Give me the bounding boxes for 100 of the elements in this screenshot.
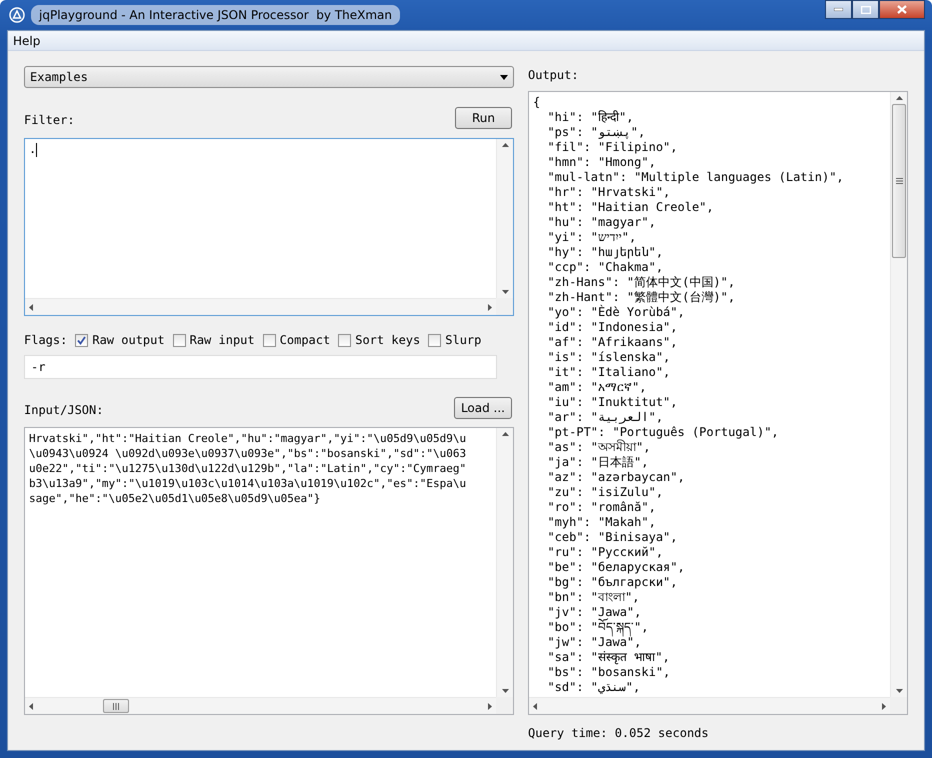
code-line: "myh": "Makah", — [546, 515, 657, 530]
code-line: "sd": "سنڌي", — [546, 680, 642, 695]
code-line: "ht": "Haitian Creole", — [546, 200, 715, 215]
menu-item[interactable]: Help — [8, 32, 46, 50]
output-label: Output: — [528, 67, 580, 84]
code-line: "zh-Hans": "简体中文(中国)", — [546, 275, 736, 290]
vertical-scrollbar[interactable] — [890, 92, 907, 697]
scroll-right-icon — [488, 702, 492, 710]
code-line: "hy": "հայերեն", — [546, 245, 664, 260]
code-line: "ru": "Русский", — [546, 545, 664, 560]
scrollbar-corner — [496, 298, 513, 315]
grip-icon — [113, 702, 119, 710]
input-label: Input/JSON: — [24, 402, 104, 419]
grip-icon — [896, 178, 902, 184]
code-line: sage","he":"\u05e2\u05d1\u05e8\u05d9\u05ea"} — [29, 491, 322, 506]
code-line: "is": "íslenska", — [546, 350, 672, 365]
output-viewer[interactable] — [528, 91, 908, 715]
code-line: "bs": "bosanski", — [546, 665, 672, 680]
dropdown-value: Examples — [30, 69, 89, 86]
code-line: "ps": "پښتو", — [546, 125, 646, 140]
code-line: "zu": "isiZulu", — [546, 485, 664, 500]
code-line: "bo": "བོད་སྐད་", — [533, 620, 886, 635]
checkbox[interactable] — [172, 334, 186, 346]
run-button[interactable]: Run — [455, 107, 512, 129]
checkbox-label[interactable]: Compact — [280, 331, 330, 349]
dropdown-arrow-icon — [500, 74, 508, 80]
scroll-up-icon — [896, 96, 902, 100]
filter-editor[interactable]: . — [24, 138, 514, 316]
filter-label: Filter: — [24, 112, 75, 129]
code-line: "bn": "বাংলা", — [546, 590, 640, 605]
code-line: "hu": "magyar", — [546, 215, 657, 230]
scroll-up-icon — [502, 432, 508, 436]
horizontal-scrollbar[interactable] — [529, 697, 890, 714]
input-editor[interactable] — [24, 427, 514, 715]
app-logo-icon — [9, 7, 25, 23]
scrollbar-corner — [496, 697, 513, 714]
vertical-scrollbar[interactable] — [496, 428, 513, 697]
scroll-left-icon — [29, 304, 33, 310]
code-line: "ccp": "Chakma", — [546, 260, 664, 275]
code-line: "hmn": "Hmong", — [546, 155, 657, 170]
close-button[interactable] — [879, 0, 925, 19]
code-line: "hi": "हिन्दी", — [546, 110, 634, 125]
scroll-right-icon — [488, 304, 492, 310]
code-line: "yi": "ייִדיש", — [546, 230, 638, 245]
scroll-up-icon — [502, 143, 508, 147]
code-line: "mul-latn": "Multiple languages (Latin)", — [546, 170, 845, 185]
checkbox-label[interactable]: Sort keys — [355, 331, 420, 349]
horizontal-scrollbar[interactable] — [25, 697, 496, 714]
checkbox-label[interactable]: Slurp — [445, 331, 482, 349]
scroll-left-icon — [533, 702, 537, 710]
code-line: "bg": "български", — [546, 575, 678, 590]
code-line: "jw": "Jawa", — [546, 635, 642, 650]
code-line: "as": "অসমীয়া", — [546, 440, 652, 455]
examples-dropdown[interactable]: Examples — [24, 66, 514, 88]
minimize-button[interactable] — [825, 0, 852, 19]
scroll-down-icon — [896, 689, 902, 693]
code-line: "jv": "Jawa", — [546, 605, 642, 619]
scrollbar-thumb[interactable] — [892, 104, 906, 258]
code-line: "az": "azərbaycan", — [546, 470, 686, 485]
load-button[interactable]: Load ... — [454, 397, 512, 419]
code-line: b3\u13a9","my":"\u1019\u103c\u1014\u103a\u1019\u102c","es":"Espa\u — [29, 476, 468, 491]
flags-label: Flags: — [24, 332, 68, 349]
window-title: jqPlayground - An Interactive JSON Processor by TheXman — [31, 5, 400, 25]
maximize-button[interactable] — [852, 0, 879, 19]
checkmark-icon — [77, 336, 86, 344]
scroll-down-icon — [502, 689, 508, 693]
code-line: "ja": "日本語", — [546, 455, 650, 470]
checkbox-label[interactable]: Raw input — [190, 331, 255, 349]
code-line: "fil": "Filipino", — [546, 140, 678, 155]
code-line: \u0943\u0924 \u092d\u093e\u0937\u093e","bs":"bosanski","sd":"\u063 — [29, 446, 468, 461]
code-line: "sa": "संस्कृत भाषा", — [546, 650, 671, 665]
horizontal-scrollbar[interactable] — [25, 298, 496, 315]
code-line: "ceb": "Binisaya", — [546, 530, 678, 545]
code-line: Hrvatski","ht":"Haitian Creole","hu":"magyar","yi":"\u05d9\u05d9\u — [29, 431, 468, 446]
code-line: "it": "Italiano", — [546, 365, 672, 380]
code-line: u0e22","ti":"\u1275\u130d\u122d\u129b","la":"Latin","cy":"Cymraeg" — [29, 461, 468, 476]
filter-text: . — [29, 142, 36, 156]
vertical-scrollbar[interactable] — [496, 139, 513, 298]
checkbox[interactable] — [338, 334, 352, 346]
checkbox[interactable] — [262, 334, 276, 346]
code-line: "pt-PT": "Português (Portugal)", — [546, 425, 780, 440]
flags-field[interactable]: -r — [24, 355, 497, 379]
code-line: "af": "Afrikaans", — [546, 335, 678, 350]
scrollbar-thumb[interactable] — [103, 699, 129, 713]
code-line: "id": "Indonesia", — [546, 320, 678, 335]
code-line: "ar": "العربية", — [546, 410, 664, 425]
code-line: "yo": "Èdè Yorùbá", — [546, 305, 686, 320]
checkbox[interactable] — [75, 334, 88, 346]
checkbox[interactable] — [428, 334, 442, 346]
scrollbar-corner — [890, 697, 907, 714]
checkbox-label[interactable]: Raw output — [92, 331, 165, 349]
close-icon — [897, 5, 907, 14]
code-line: { — [533, 95, 542, 110]
scroll-right-icon — [882, 702, 886, 710]
code-line: "hr": "Hrvatski", — [546, 185, 672, 200]
maximize-icon — [860, 6, 870, 14]
code-line: "iu": "Inuktitut", — [546, 395, 678, 410]
code-line: "zh-Hant": "繁體中文(台灣)", — [546, 290, 736, 304]
scroll-down-icon — [502, 290, 508, 294]
code-line: "am": "አማርኛ", — [546, 380, 648, 395]
